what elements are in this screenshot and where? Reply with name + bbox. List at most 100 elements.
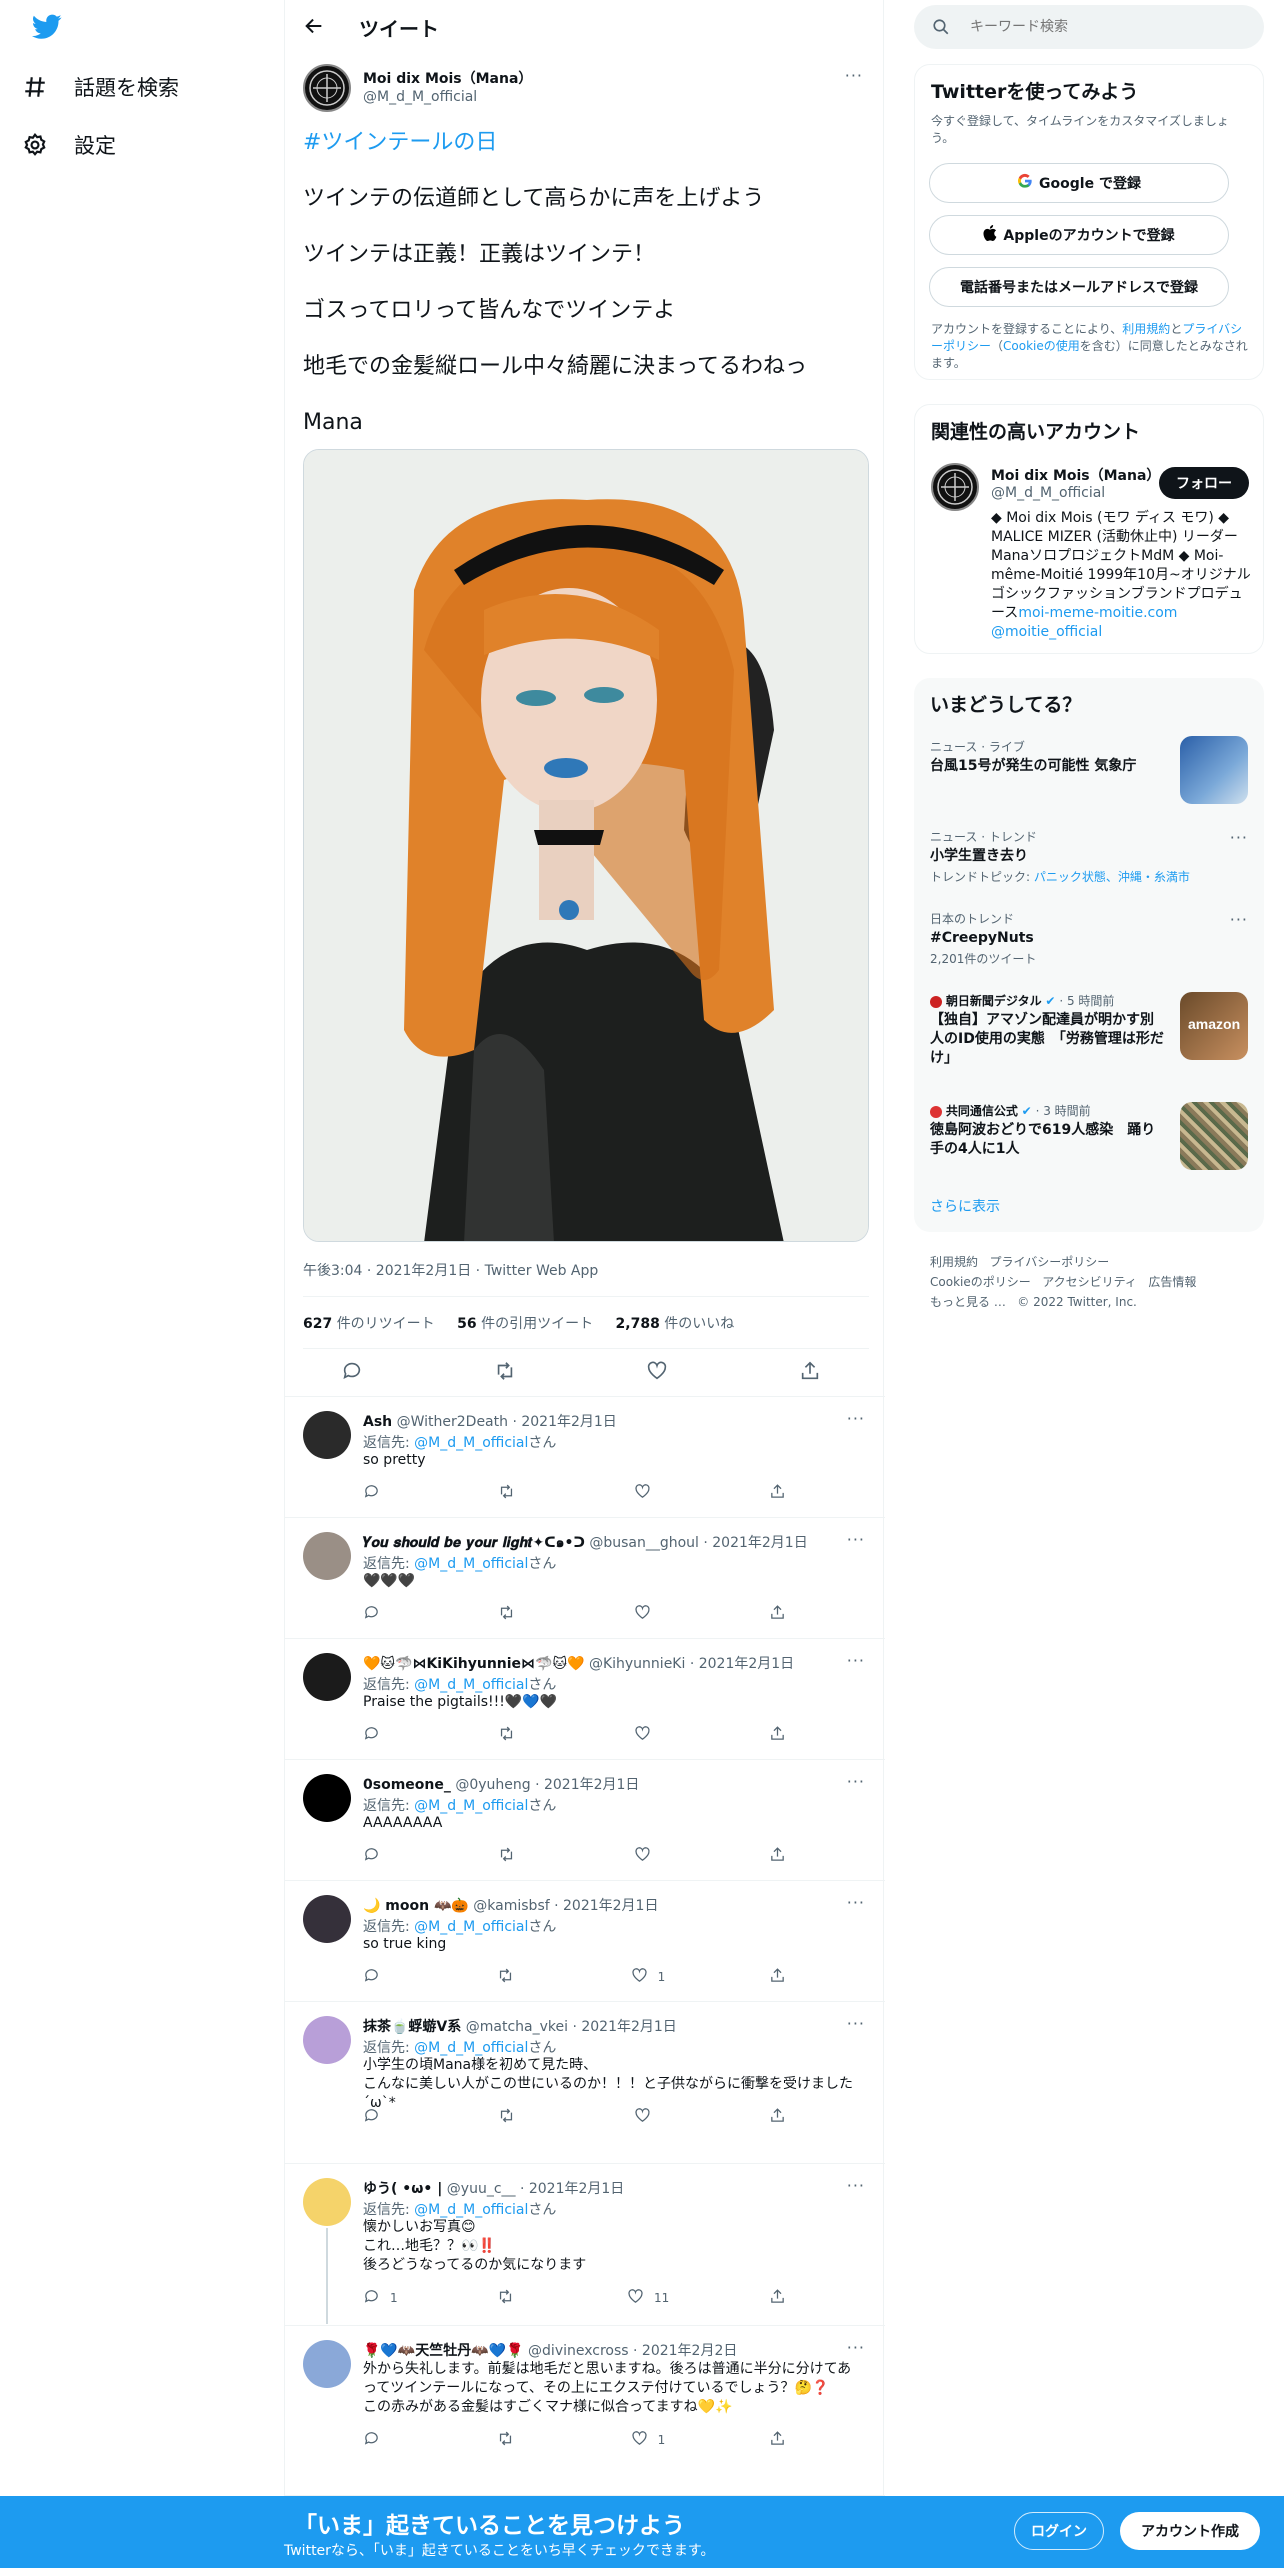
reply-author-handle[interactable]: @kamisbsf: [473, 1898, 549, 1914]
retweets-stat[interactable]: 627 件のリツイート: [303, 1316, 435, 1332]
reply-author-handle[interactable]: @busan__ghoul: [589, 1535, 699, 1551]
google-signup-button[interactable]: Google で登録: [929, 163, 1229, 203]
retweet-action[interactable]: [498, 1846, 528, 1866]
like-action[interactable]: [634, 1725, 664, 1745]
hashtag-link[interactable]: #ツインテールの日: [303, 129, 497, 157]
apple-signup-button[interactable]: Appleのアカウントで登録: [929, 215, 1229, 255]
reply-date[interactable]: · 2021年2月2日: [633, 2343, 737, 2359]
trend-item[interactable]: 日本のトレンド #CreepyNuts 2,201件のツイート: [930, 910, 1248, 967]
footer-link[interactable]: 広告情報: [1148, 1275, 1196, 1289]
retweet-action[interactable]: [497, 2430, 527, 2450]
reply-tweet[interactable]: 𝒀𝒐𝒖 𝒔𝒉𝒐𝒖𝒍𝒅 𝒃𝒆 𝒚𝒐𝒖𝒓 𝒍𝒊𝒈𝒉𝒕✦ᑕ๑•ᑐ @busan__gh…: [285, 1518, 885, 1639]
related-avatar[interactable]: [931, 463, 979, 511]
reply-author-handle[interactable]: @0yuheng: [455, 1777, 530, 1793]
reply-avatar[interactable]: [303, 1532, 351, 1580]
replying-to-handle[interactable]: @M_d_M_official: [414, 1677, 528, 1693]
more-options-icon[interactable]: ···: [847, 1409, 865, 1428]
footer-link[interactable]: もっと見る …: [930, 1295, 1006, 1309]
replying-to-handle[interactable]: @M_d_M_official: [414, 2040, 528, 2056]
reply-tweet[interactable]: Ash @Wither2Death · 2021年2月1日 返信先: @M_d_M…: [285, 1397, 885, 1518]
reply-date[interactable]: · 2021年2月1日: [690, 1656, 794, 1672]
replying-to-handle[interactable]: @M_d_M_official: [414, 1435, 528, 1451]
follow-button[interactable]: フォロー: [1159, 467, 1249, 499]
tweet-photo[interactable]: [303, 449, 869, 1242]
more-options-icon[interactable]: ···: [847, 1772, 865, 1791]
reply-author-name[interactable]: 🌙 moon 🦇🎃: [363, 1898, 469, 1914]
phone-signup-button[interactable]: 電話番号またはメールアドレスで登録: [929, 267, 1229, 307]
like-action[interactable]: [634, 1483, 664, 1503]
reply-author-handle[interactable]: @KihyunnieKi: [589, 1656, 685, 1672]
more-options-icon[interactable]: ···: [847, 1651, 865, 1670]
like-action[interactable]: [634, 2107, 664, 2127]
share-icon[interactable]: [799, 1360, 821, 1385]
search-input[interactable]: [970, 15, 1250, 39]
reply-date[interactable]: · 2021年2月1日: [554, 1898, 658, 1914]
reply-avatar[interactable]: [303, 2340, 351, 2388]
footer-link[interactable]: アクセシビリティ: [1042, 1275, 1137, 1289]
awaodori-thumbnail[interactable]: [1180, 1102, 1248, 1170]
share-action[interactable]: [769, 1967, 799, 1987]
replying-to-handle[interactable]: @M_d_M_official: [414, 1798, 528, 1814]
reply-author-handle[interactable]: @matcha_vkei: [466, 2019, 568, 2035]
reply-author-handle[interactable]: @yuu_c__: [447, 2181, 516, 2197]
back-arrow-icon[interactable]: [303, 15, 325, 41]
tweet-timestamp[interactable]: 午後3:04 · 2021年2月1日 · Twitter Web App: [303, 1260, 598, 1280]
reply-action[interactable]: [363, 2107, 393, 2127]
share-action[interactable]: [769, 1604, 799, 1624]
weather-map-thumbnail[interactable]: [1180, 736, 1248, 804]
footer-link[interactable]: プライバシーポリシー: [989, 1255, 1109, 1269]
likes-stat[interactable]: 2,788 件のいいね: [616, 1316, 735, 1332]
more-options-icon[interactable]: ···: [845, 66, 863, 85]
reply-avatar[interactable]: [303, 1653, 351, 1701]
cookie-link[interactable]: Cookieの使用: [1003, 339, 1080, 353]
reply-author-name[interactable]: 🧡🐱🦈⋈KiKihyunnie⋈🦈🐱🧡: [363, 1656, 585, 1672]
reply-tweet[interactable]: 0someone_ @0yuheng · 2021年2月1日 返信先: @M_d_…: [285, 1760, 885, 1881]
more-options-icon[interactable]: ···: [847, 2338, 865, 2357]
trend-item[interactable]: ニュース · トレンド 小学生置き去り トレンドトピック: パニック状態、沖縄・…: [930, 828, 1248, 885]
share-action[interactable]: [769, 1725, 799, 1745]
reply-tweet[interactable]: 🧡🐱🦈⋈KiKihyunnie⋈🦈🐱🧡 @KihyunnieKi · 2021年…: [285, 1639, 885, 1760]
retweet-action[interactable]: [498, 1604, 528, 1624]
reply-author-handle[interactable]: @Wither2Death: [397, 1414, 508, 1430]
reply-date[interactable]: · 2021年2月1日: [703, 1535, 807, 1551]
quotes-stat[interactable]: 56 件の引用ツイート: [457, 1316, 593, 1332]
reply-author-name[interactable]: 抹茶🍵蜉蝣V系: [363, 2019, 461, 2035]
author-name[interactable]: Moi dix Mois（Mana）: [363, 68, 532, 88]
news-item[interactable]: 共同通信公式 ✔ · 3 時間前 徳島阿波おどりで619人感染 踊り手の4人に1…: [930, 1102, 1166, 1159]
retweet-action[interactable]: [497, 2288, 527, 2308]
more-options-icon[interactable]: ···: [847, 1893, 865, 1912]
like-icon[interactable]: [646, 1360, 668, 1385]
reply-tweet[interactable]: 🌙 moon 🦇🎃 @kamisbsf · 2021年2月1日 返信先: @M_d…: [285, 1881, 885, 2002]
footer-link[interactable]: Cookieのポリシー: [930, 1275, 1031, 1289]
like-action[interactable]: 1: [631, 2430, 665, 2450]
reply-action[interactable]: [363, 1846, 393, 1866]
more-options-icon[interactable]: ···: [847, 2176, 865, 2195]
more-options-icon[interactable]: ···: [847, 2014, 865, 2033]
reply-avatar[interactable]: [303, 1411, 351, 1459]
related-name[interactable]: Moi dix Mois（Mana）: [991, 465, 1160, 485]
search-box[interactable]: [914, 5, 1264, 49]
retweet-action[interactable]: [498, 1483, 528, 1503]
retweet-action[interactable]: [498, 1725, 528, 1745]
reply-date[interactable]: · 2021年2月1日: [572, 2019, 676, 2035]
reply-action[interactable]: [363, 1725, 393, 1745]
author-avatar[interactable]: [303, 64, 351, 112]
reply-action[interactable]: 1: [363, 2288, 398, 2308]
reply-author-name[interactable]: ゆう( •ω• |: [363, 2181, 442, 2197]
bio-mention[interactable]: @moitie_official: [991, 624, 1102, 640]
reply-tweet[interactable]: ゆう( •ω• | @yuu_c__ · 2021年2月1日 返信先: @M_d_…: [285, 2164, 885, 2326]
twitter-logo-icon[interactable]: [32, 14, 62, 44]
reply-action[interactable]: [363, 1604, 393, 1624]
login-button[interactable]: ログイン: [1014, 2512, 1104, 2550]
reply-avatar[interactable]: [303, 1774, 351, 1822]
share-action[interactable]: [769, 1846, 799, 1866]
news-item[interactable]: 朝日新聞デジタル ✔ · 5 時間前 【独自】アマゾン配達員が明かす別人のID使…: [930, 992, 1166, 1068]
footer-link[interactable]: 利用規約: [930, 1255, 978, 1269]
share-action[interactable]: [769, 2430, 799, 2450]
more-options-icon[interactable]: ···: [847, 1530, 865, 1549]
reply-tweet[interactable]: 🌹💙🦇天竺牡丹🦇💙🌹 @divinexcross · 2021年2月2日 外から失…: [285, 2326, 885, 2496]
reply-date[interactable]: · 2021年2月1日: [520, 2181, 624, 2197]
trend-more-icon[interactable]: ···: [1230, 828, 1248, 847]
amazon-thumbnail[interactable]: amazon: [1180, 992, 1248, 1060]
bio-link[interactable]: moi-meme-moitie.com: [1018, 605, 1177, 621]
